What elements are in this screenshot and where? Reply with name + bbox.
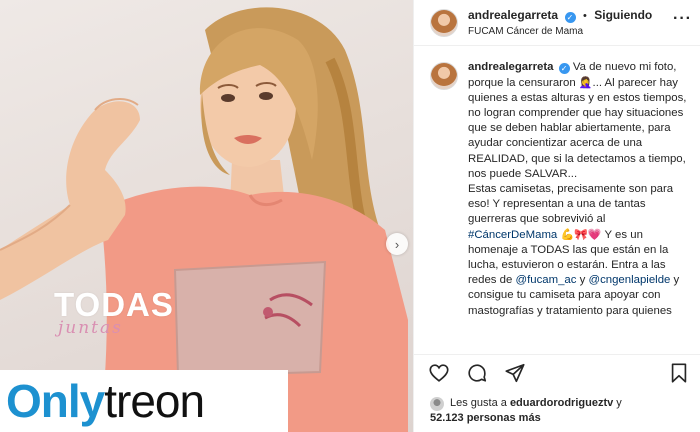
more-options-button[interactable]: ··· (673, 10, 692, 28)
photo-illustration (0, 7, 408, 432)
comment-button[interactable] (466, 362, 488, 384)
hashtag-link[interactable]: #CáncerDeMama (468, 229, 557, 241)
photo-overlay-subtitle: juntas (58, 318, 123, 338)
share-icon (505, 363, 525, 382)
following-button[interactable]: Siguiendo (594, 8, 652, 22)
post-sidebar: andrealegarreta ✓ • Siguiendo FUCAM Cánc… (413, 0, 700, 432)
liker-username[interactable]: eduardorodrigueztv (510, 396, 613, 411)
post-location[interactable]: FUCAM Cáncer de Mama (468, 24, 673, 39)
share-button[interactable] (504, 362, 526, 384)
verified-icon: ✓ (564, 11, 576, 23)
heart-icon (429, 363, 449, 382)
caption-text: andrealegarreta ✓ Va de nuevo mi foto, p… (468, 60, 690, 319)
separator-dot: • (582, 9, 587, 22)
header-username[interactable]: andrealegarreta (468, 8, 558, 22)
bookmark-icon (671, 362, 687, 383)
watermark-part-1: Only (6, 375, 105, 427)
caption-username[interactable]: andrealegarreta (468, 61, 553, 73)
post-header: andrealegarreta ✓ • Siguiendo FUCAM Cánc… (414, 0, 700, 46)
likes-summary: Les gusta a eduardorodrigueztv y 52.123 … (430, 396, 622, 426)
caption-emoji-1: 🤦‍♀️ (578, 76, 593, 90)
caption-part-2: ... Al parecer hay quienes a estas altur… (468, 77, 687, 180)
mention-link-1[interactable]: @fucam_ac (516, 274, 577, 286)
liker-avatar[interactable] (430, 396, 444, 411)
verified-icon: ✓ (558, 63, 570, 74)
header-text: andrealegarreta ✓ • Siguiendo FUCAM Cánc… (468, 7, 673, 39)
next-photo-button[interactable]: › (386, 233, 408, 255)
action-bar (414, 354, 700, 390)
save-button[interactable] (669, 362, 689, 384)
caption-and: y (579, 274, 586, 287)
likes-count[interactable]: 52.123 personas más (430, 411, 622, 426)
caption-avatar[interactable] (430, 62, 458, 90)
comment-icon (468, 363, 487, 382)
caption-part-3: Estas camisetas, precisamente son para e… (468, 182, 674, 225)
post-photo[interactable]: TODAS juntas › Only treon (0, 0, 413, 432)
like-button[interactable] (428, 362, 450, 384)
mention-link-2[interactable]: @cngenlapielde (589, 274, 671, 286)
watermark-logo: Only treon (0, 370, 288, 432)
likes-joiner: y (616, 397, 622, 409)
post-caption: andrealegarreta ✓ Va de nuevo mi foto, p… (414, 46, 700, 319)
watermark-part-2: treon (104, 375, 205, 427)
caption-emoji-2: 💪🎀💗 (560, 228, 602, 242)
chevron-right-icon: › (394, 236, 400, 252)
likes-prefix: Les gusta a (450, 397, 507, 409)
avatar[interactable] (430, 8, 458, 37)
